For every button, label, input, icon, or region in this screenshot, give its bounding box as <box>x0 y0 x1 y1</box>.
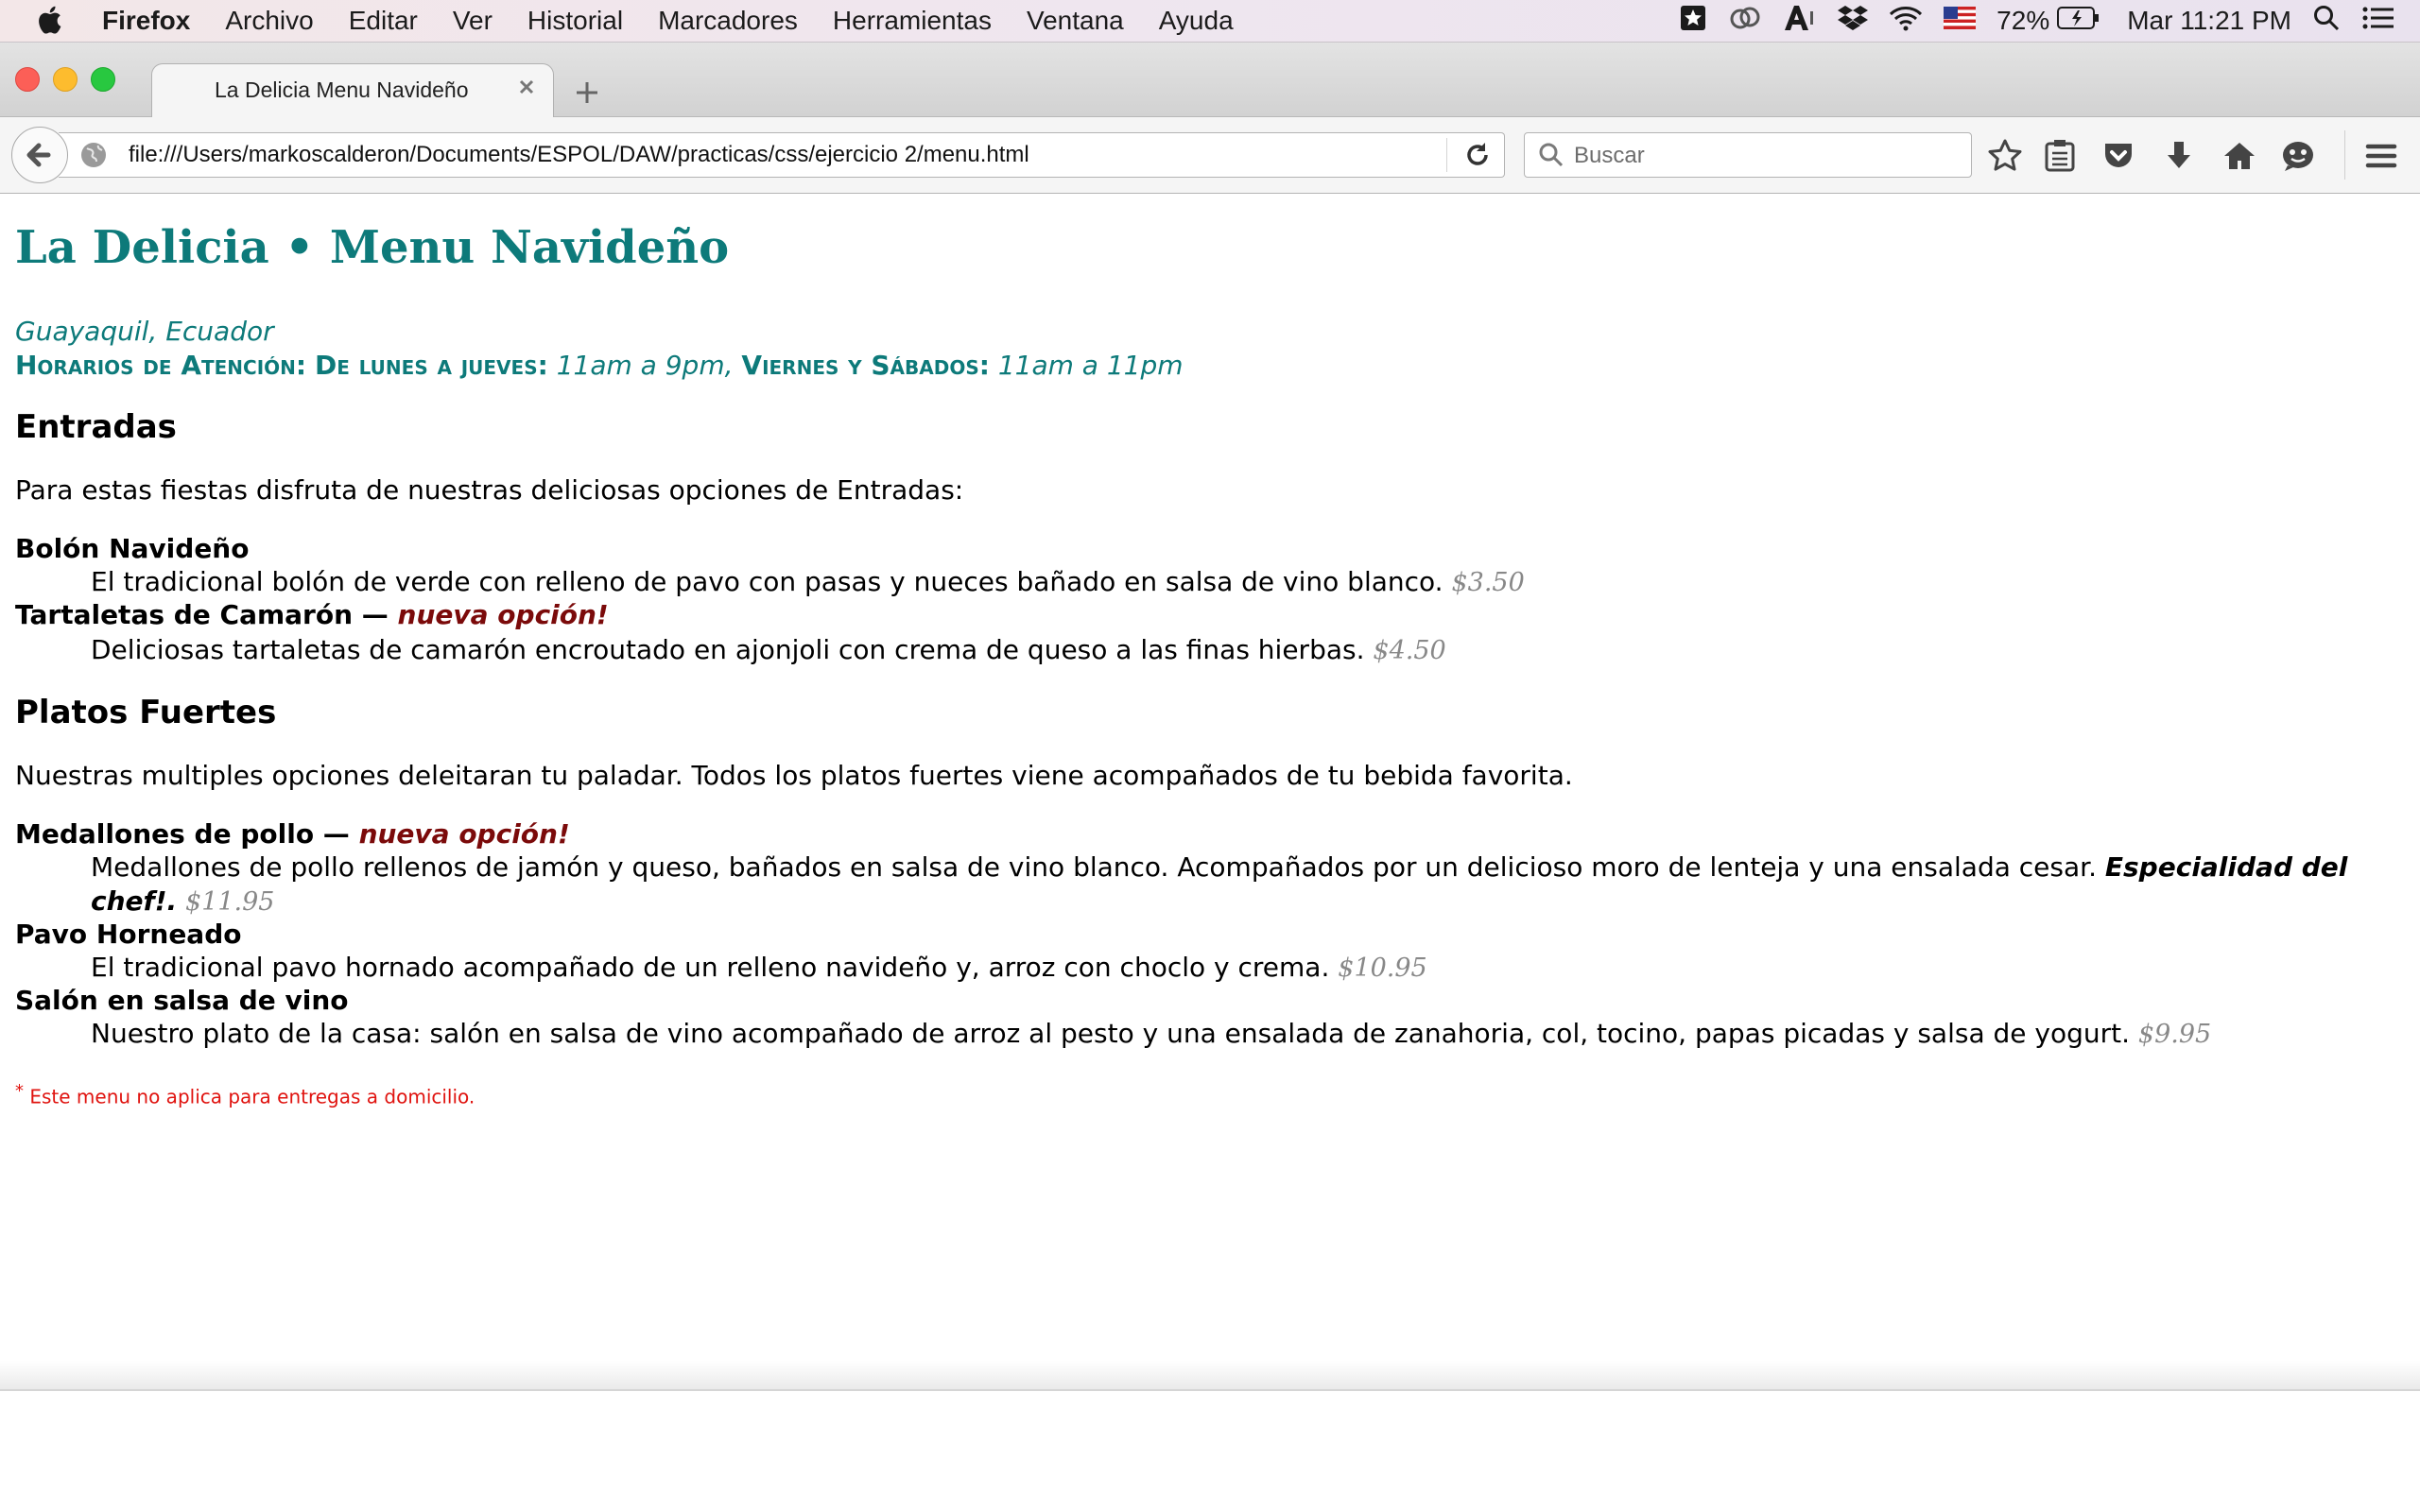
hamburger-menu-icon[interactable] <box>2363 138 2399 174</box>
menu-item-name: Salón en salsa de vino <box>15 985 349 1016</box>
adobe-icon[interactable] <box>1783 4 1817 39</box>
page-title: La Delicia • Menu Navideño <box>15 221 730 274</box>
menu-historial[interactable]: Historial <box>527 6 623 36</box>
toolbar-separator <box>2344 130 2345 180</box>
footnote-mark: * <box>15 1081 24 1101</box>
menu-item-name: Tartaletas de Camarón — nueva opción! <box>15 599 609 630</box>
battery-icon[interactable] <box>2057 6 2100 37</box>
menu-ver[interactable]: Ver <box>453 6 493 36</box>
restaurant-location: Guayaquil, Ecuador <box>15 316 274 347</box>
menu-item-description: El tradicional bolón de verde con rellen… <box>91 565 2397 600</box>
browser-navigation-bar: file:///Users/markoscalderon/Documents/E… <box>0 117 2420 194</box>
weekday-label: De lunes a jueves: <box>315 350 548 381</box>
item-name: Tartaletas de Camarón — <box>15 599 389 630</box>
footnote-text: Este menu no aplica para entregas a domi… <box>29 1085 475 1108</box>
menu-item-name: Bolón Navideño <box>15 533 249 564</box>
menu-item-description: Deliciosas tartaletas de camarón encrout… <box>91 633 2397 668</box>
browser-tab-strip: La Delicia Menu Navideño <box>0 43 2420 118</box>
us-flag-icon[interactable] <box>1944 6 1977 36</box>
tab-title: La Delicia Menu Navideño <box>215 77 469 102</box>
menu-marcadores[interactable]: Marcadores <box>658 6 798 36</box>
section-intro-entradas: Para estas fiestas disfruta de nuestras … <box>15 474 964 506</box>
section-heading-entradas: Entradas <box>15 408 177 446</box>
item-name: Bolón Navideño <box>15 533 250 564</box>
bookmark-app-icon[interactable] <box>1679 4 1707 39</box>
section-intro-platos-fuertes: Nuestras multiples opciones deleitaran t… <box>15 760 1573 791</box>
url-text[interactable]: file:///Users/markoscalderon/Documents/E… <box>129 142 1029 168</box>
menu-item-description: El tradicional pavo hornado acompañado d… <box>91 951 2397 986</box>
window-close-button[interactable] <box>15 67 40 92</box>
menu-item-description: Medallones de pollo rellenos de jamón y … <box>91 850 2397 919</box>
item-price: $3.50 <box>1451 568 1525 597</box>
item-name: Medallones de pollo — <box>15 818 350 850</box>
star-icon[interactable] <box>1987 138 2023 174</box>
browser-tab-active[interactable]: La Delicia Menu Navideño <box>151 63 554 118</box>
battery-percentage: 72% <box>1996 6 2050 35</box>
home-icon[interactable] <box>2221 138 2257 174</box>
item-description: El tradicional bolón de verde con rellen… <box>91 566 1443 597</box>
tab-close-icon[interactable] <box>515 76 538 98</box>
download-icon[interactable] <box>2161 138 2197 174</box>
item-name: Salón en salsa de vino <box>15 985 349 1016</box>
pocket-icon[interactable] <box>2100 138 2136 174</box>
menu-editar[interactable]: Editar <box>349 6 418 36</box>
window-zoom-button[interactable] <box>91 67 115 92</box>
item-price: $9.95 <box>2137 1020 2212 1049</box>
opening-hours: Horarios de Atención: De lunes a jueves:… <box>15 350 1184 381</box>
new-tab-plus-icon[interactable] <box>571 77 603 109</box>
notification-center-icon[interactable] <box>2361 4 2395 39</box>
reload-icon[interactable] <box>1446 138 1495 172</box>
window-bottom-edge <box>0 1361 2420 1391</box>
dropbox-icon[interactable] <box>1838 4 1869 39</box>
apple-logo-icon[interactable] <box>34 3 68 37</box>
search-icon <box>1539 143 1564 167</box>
item-description: Medallones de pollo rellenos de jamón y … <box>91 851 2097 883</box>
menu-bar-status-area: 72% Mar 11:21 PM <box>1658 0 2395 42</box>
back-button[interactable] <box>11 127 68 183</box>
reading-list-icon[interactable] <box>2042 138 2078 174</box>
window-minimize-button[interactable] <box>53 67 78 92</box>
menu-item-name: Medallones de pollo — nueva opción! <box>15 818 570 850</box>
footnote: * Este menu no aplica para entregas a do… <box>15 1081 475 1108</box>
section-heading-platos-fuertes: Platos Fuertes <box>15 694 277 731</box>
menu-ayuda[interactable]: Ayuda <box>1159 6 1234 36</box>
item-description: Nuestro plato de la casa: salón en salsa… <box>91 1018 2131 1049</box>
globe-icon <box>81 143 106 167</box>
chat-icon[interactable] <box>2280 138 2316 174</box>
menu-item-description: Nuestro plato de la casa: salón en salsa… <box>91 1017 2397 1052</box>
new-option-tag: nueva opción! <box>358 818 570 850</box>
menu-ventana[interactable]: Ventana <box>1027 6 1124 36</box>
wifi-icon[interactable] <box>1889 4 1923 39</box>
item-price: $4.50 <box>1373 636 1446 665</box>
search-input[interactable] <box>1572 139 1954 173</box>
item-description: Deliciosas tartaletas de camarón encrout… <box>91 634 1365 665</box>
new-option-tag: nueva opción! <box>397 599 609 630</box>
weekend-label: Viernes y Sábados: <box>741 350 990 381</box>
address-bar[interactable]: file:///Users/markoscalderon/Documents/E… <box>59 132 1505 178</box>
item-price: $11.95 <box>185 887 275 917</box>
item-description: El tradicional pavo hornado acompañado d… <box>91 952 1330 983</box>
back-arrow-icon <box>26 143 51 167</box>
menu-app-firefox[interactable]: Firefox <box>102 6 190 36</box>
item-price: $10.95 <box>1338 954 1427 983</box>
hours-label: Horarios de Atención: <box>15 350 307 381</box>
menu-herramientas[interactable]: Herramientas <box>833 6 992 36</box>
app-menus: Firefox Archivo Editar Ver Historial Mar… <box>102 0 1269 42</box>
item-name: Pavo Horneado <box>15 919 242 950</box>
search-bar[interactable] <box>1524 132 1972 178</box>
spotlight-search-icon[interactable] <box>2312 4 2341 39</box>
weekday-hours: 11am a 9pm <box>556 350 725 381</box>
macos-menu-bar: Firefox Archivo Editar Ver Historial Mar… <box>0 0 2420 43</box>
menu-item-name: Pavo Horneado <box>15 919 241 950</box>
menu-archivo[interactable]: Archivo <box>225 6 313 36</box>
creative-cloud-icon[interactable] <box>1728 4 1762 39</box>
weekend-hours: 11am a 11pm <box>997 350 1184 381</box>
menu-bar-clock[interactable]: Mar 11:21 PM <box>2127 6 2291 36</box>
